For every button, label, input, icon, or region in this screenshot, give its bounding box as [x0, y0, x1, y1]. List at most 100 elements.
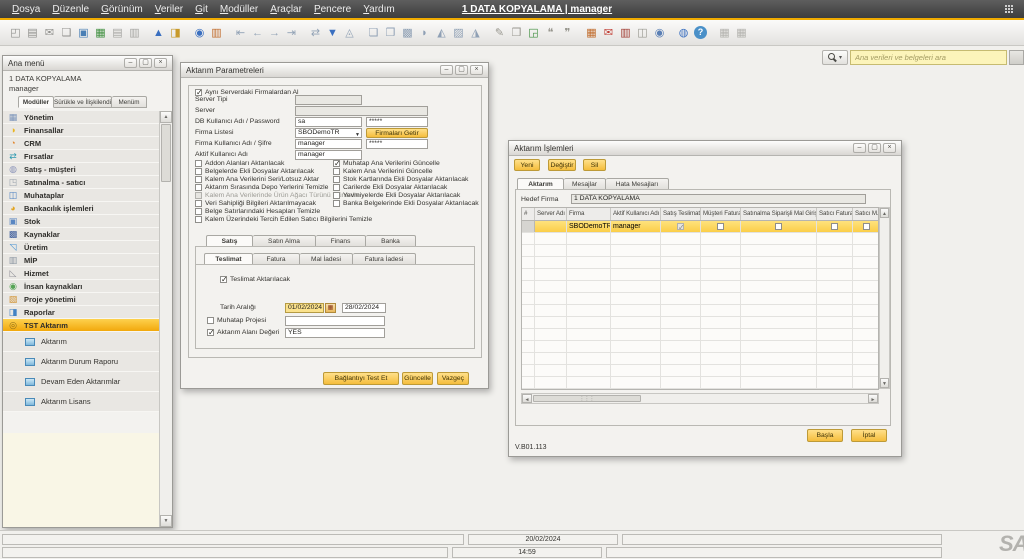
calculator-icon[interactable]: ▦ [716, 25, 733, 41]
calendar-icon[interactable]: ▦ [583, 25, 600, 41]
table-row[interactable] [522, 353, 878, 365]
edit-icon[interactable]: ✎ [491, 25, 508, 41]
checkbox-belgelerde-ekli-dosyalar-aktarilacak[interactable] [195, 168, 202, 175]
table-row[interactable] [522, 293, 878, 305]
sidebar-item-raporlar[interactable]: ◨Raporlar [3, 306, 161, 319]
sidebar-item-finansallar[interactable]: ◑Finansallar [3, 124, 161, 137]
table-row[interactable] [522, 377, 878, 389]
sidebar-item-stok[interactable]: ▣Stok [3, 215, 161, 228]
scroll-up-icon[interactable]: ▲ [880, 208, 889, 218]
checkbox-belge-satirlarindaki-hesaplari-temizle[interactable] [195, 208, 202, 215]
row-checkbox[interactable] [863, 223, 870, 230]
search-button[interactable]: ▾ [822, 50, 848, 65]
search-input[interactable] [850, 50, 1007, 65]
sidebar-item-bankacilik-islemleri[interactable]: ◕Bankacılık işlemleri [3, 202, 161, 215]
firma-kullanici-adi-sifre-input-2[interactable]: ***** [366, 139, 428, 149]
sidebar-item-mip[interactable]: ▥MİP [3, 254, 161, 267]
sidebar-item-satinalma-satici[interactable]: ◳Satınalma - satıcı [3, 176, 161, 189]
sidebar-tab-menum[interactable]: Menüm [112, 96, 147, 108]
sms-icon[interactable]: ❑ [58, 25, 75, 41]
sidebar-tab-surukle-ve-iliskilendir[interactable]: Sürükle ve İlişkilendir [54, 96, 112, 108]
next-record-icon[interactable]: → [266, 25, 283, 41]
iptal-button[interactable]: İptal [851, 429, 887, 442]
sort-icon[interactable]: ◬ [341, 25, 358, 41]
lock-screen-icon[interactable]: ◨ [167, 25, 184, 41]
firma-kullanici-adi-sifre-input[interactable]: manager [295, 139, 362, 149]
table-row[interactable] [522, 317, 878, 329]
sidebar-item-muhataplar[interactable]: ◫Muhataplar [3, 189, 161, 202]
scroll-left-icon[interactable]: ◄ [522, 394, 532, 403]
paste-icon[interactable]: ❐ [382, 25, 399, 41]
baglantiyi-test-et-button[interactable]: Bağlantıyı Test Et [323, 372, 399, 385]
menu-dosya[interactable]: Dosya [6, 4, 46, 15]
row-checkbox[interactable] [775, 223, 782, 230]
vazgec-button[interactable]: Vazgeç [437, 372, 469, 385]
db-kullanici-adi-password-input[interactable]: sa [295, 117, 362, 127]
calendar-icon[interactable]: ▦ [325, 303, 336, 313]
minimize-icon[interactable]: – [124, 58, 137, 68]
close-icon[interactable]: × [154, 58, 167, 68]
scroll-down-icon[interactable]: ▼ [160, 515, 172, 527]
preview-icon[interactable]: ◰ [7, 25, 24, 41]
sidebar-subitem-aktarim[interactable]: Aktarım [3, 332, 161, 352]
web-client-icon[interactable]: ◍ [675, 25, 692, 41]
column-header-satici-faturasi[interactable]: Satıcı Faturası [817, 208, 853, 220]
table-row[interactable] [522, 341, 878, 353]
menu-yardim[interactable]: Yardım [357, 4, 401, 15]
query-icon[interactable]: ◮ [467, 25, 484, 41]
column-header-firma[interactable]: Firma [567, 208, 611, 220]
export-excel-icon[interactable]: ▦ [92, 25, 109, 41]
checkbox-muhatap-projesi[interactable] [207, 317, 214, 324]
sidebar-item-hizmet[interactable]: ◺Hizmet [3, 267, 161, 280]
sidebar-subitem-aktarim-durum-raporu[interactable]: Aktarım Durum Raporu [3, 352, 161, 372]
sidebar-tab-moduller[interactable]: Modüller [18, 96, 54, 108]
menu-gorunum[interactable]: Görünüm [95, 4, 149, 15]
scroll-down-icon[interactable]: ▼ [880, 378, 889, 388]
scrollbar-thumb[interactable]: ⋮⋮⋮ [533, 395, 641, 402]
table-row[interactable] [522, 269, 878, 281]
table-row[interactable] [522, 245, 878, 257]
export-pdf-icon[interactable]: ▤ [109, 25, 126, 41]
table-vscrollbar[interactable]: ▲ ▼ [879, 207, 890, 389]
last-record-icon[interactable]: ⇥ [283, 25, 300, 41]
sidebar-item-uretim[interactable]: ◹Üretim [3, 241, 161, 254]
menu-pencere[interactable]: Pencere [308, 4, 357, 15]
related-documents-icon[interactable]: ▨ [450, 25, 467, 41]
checkbox-kalem-ana-verilerini-seri-lotsuz-aktar[interactable] [195, 176, 202, 183]
date-to-input[interactable]: 28/02/2024 [342, 303, 386, 313]
checkbox-kalem-ana-verilerini-guncelle[interactable] [333, 168, 340, 175]
column-header-[interactable]: # [522, 208, 535, 220]
print-layout-icon[interactable]: ▣ [75, 25, 92, 41]
sidebar-item-kaynaklar[interactable]: ▩Kaynaklar [3, 228, 161, 241]
column-header-server-adi[interactable]: Server Adı [535, 208, 567, 220]
checklist-icon[interactable]: ▥ [208, 25, 225, 41]
basla-button[interactable]: Başla [807, 429, 843, 442]
date-from-input[interactable]: 01/02/2024 [285, 303, 324, 313]
maximize-icon[interactable]: ▢ [455, 65, 468, 75]
previous-record-icon[interactable]: ← [249, 25, 266, 41]
checkbox-ayni-serverdaki-firmalardan-al[interactable] [195, 89, 202, 96]
yeni-button[interactable]: Yeni [514, 159, 540, 171]
sidebar-item-proje-yonetimi[interactable]: ▧Proje yönetimi [3, 293, 161, 306]
minimize-icon[interactable]: – [853, 143, 866, 153]
minimize-icon[interactable]: – [440, 65, 453, 75]
checkbox-banka-belgelerinde-ekli-dosyalar-aktarilacak[interactable] [333, 200, 340, 207]
checkbox-aktarim-alani-degeri[interactable] [207, 329, 214, 336]
comment-icon[interactable]: ❝ [542, 25, 559, 41]
export-word-icon[interactable]: ▥ [126, 25, 143, 41]
table-hscrollbar[interactable]: ◄ ⋮⋮⋮ ► [521, 393, 879, 404]
maximize-icon[interactable]: ▢ [868, 143, 881, 153]
sidebar-item-crm[interactable]: ◔CRM [3, 137, 161, 150]
sil-button[interactable]: Sil [583, 159, 606, 171]
checkbox-kalem-uzerindeki-tercih-edilen-satici-bilgilerini-temizle[interactable] [195, 216, 202, 223]
checkbox-veri-sahipligi-bilgileri-aktarilmayacak[interactable] [195, 200, 202, 207]
first-record-icon[interactable]: ⇤ [232, 25, 249, 41]
email-icon[interactable]: ✉ [41, 25, 58, 41]
close-icon[interactable]: × [470, 65, 483, 75]
print-icon[interactable]: ▤ [24, 25, 41, 41]
find-icon[interactable]: ◉ [191, 25, 208, 41]
dashboard-icon[interactable]: ▥ [617, 25, 634, 41]
chat-icon[interactable]: ❞ [559, 25, 576, 41]
copy-table-icon[interactable]: ▩ [399, 25, 416, 41]
table-row[interactable] [522, 365, 878, 377]
